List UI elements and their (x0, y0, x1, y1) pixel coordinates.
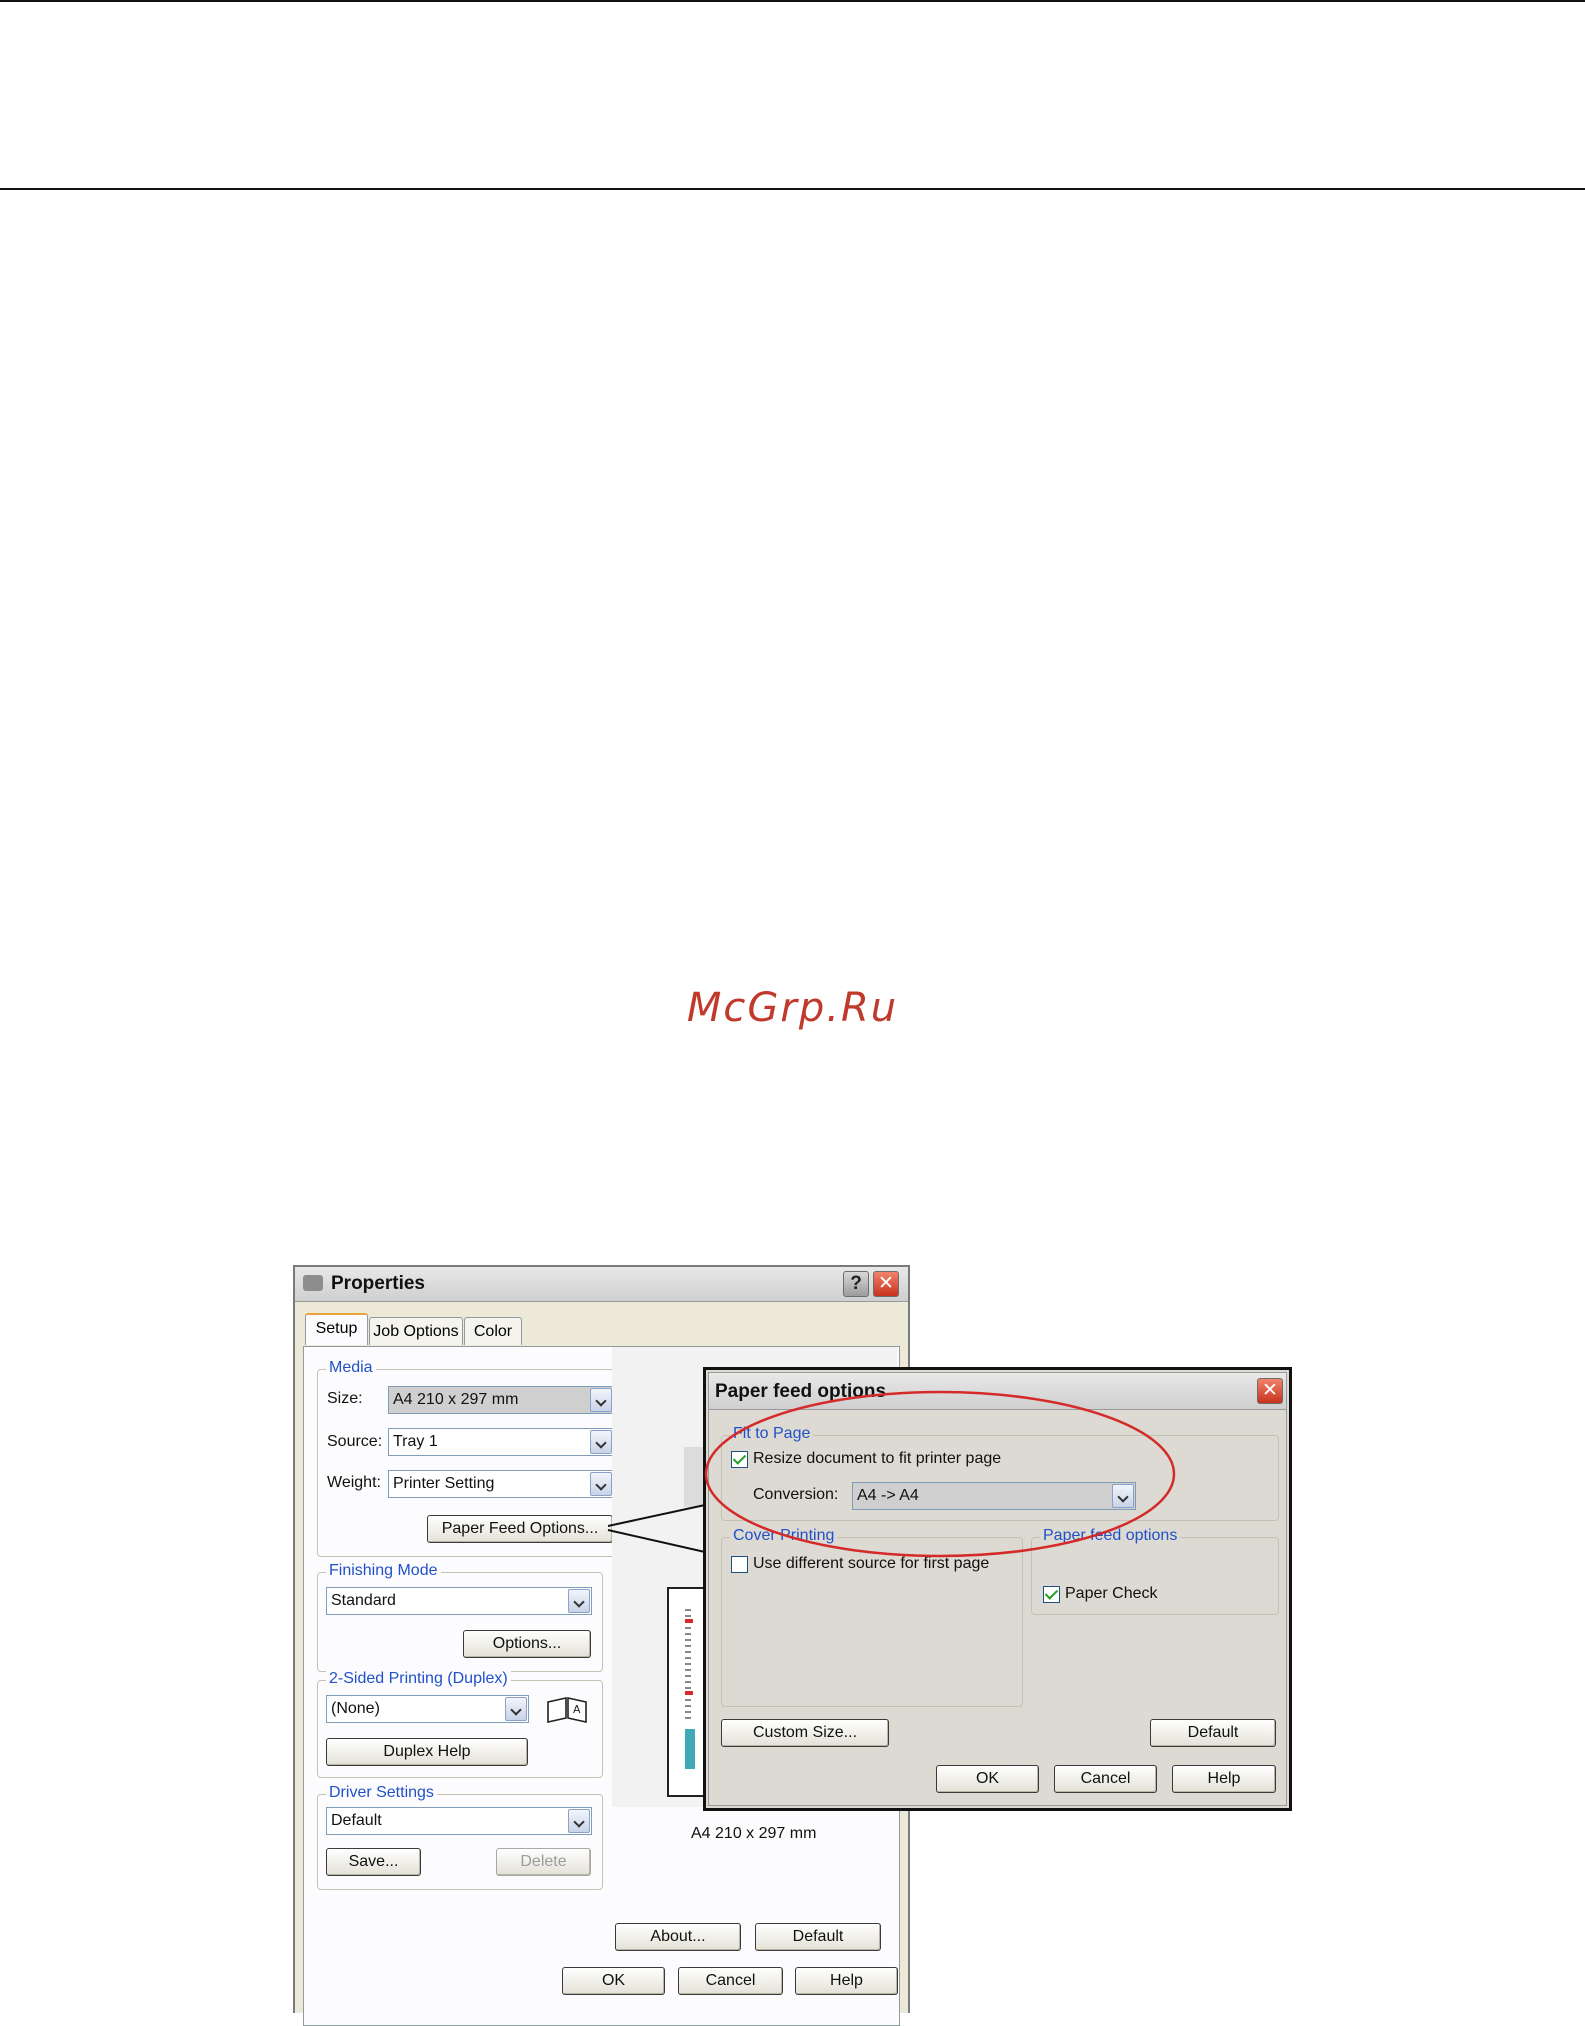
highlight-ellipse (704, 1390, 1176, 1558)
